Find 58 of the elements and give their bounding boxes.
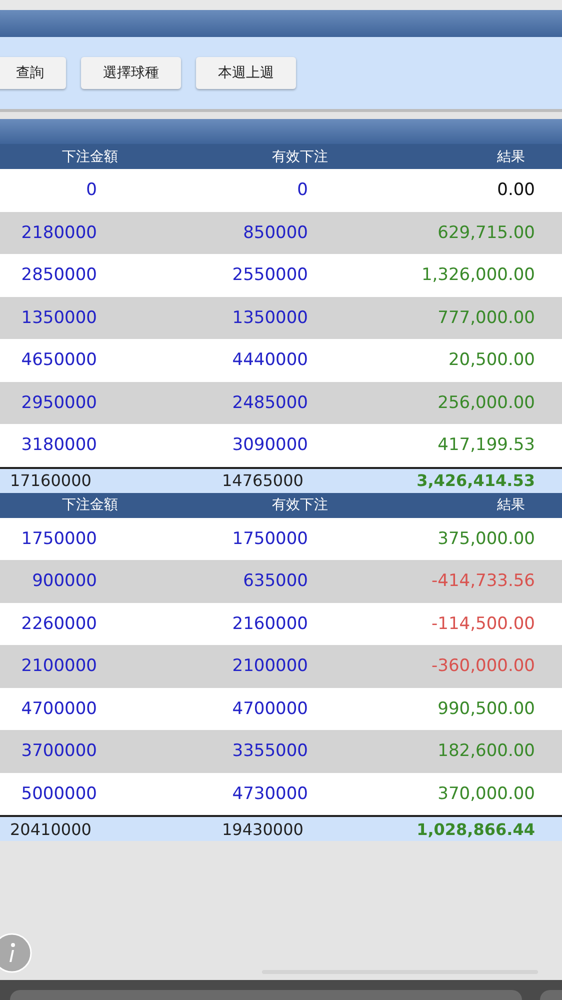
column-header: 結果 bbox=[497, 148, 525, 166]
table-cell-text: -114,500.00 bbox=[430, 614, 536, 634]
table-cell-text: 417,199.53 bbox=[436, 435, 536, 456]
toolbar-button[interactable]: 查詢 bbox=[0, 57, 66, 89]
table-cell-text: 635000 bbox=[242, 571, 309, 592]
table-cell-text: -414,733.56 bbox=[430, 571, 536, 592]
table-cell-text: 4650000 bbox=[20, 350, 98, 370]
table-cell-text: 3355000 bbox=[231, 741, 309, 762]
table-cell-text: 17160000 bbox=[9, 471, 92, 490]
table-cell-text: 2950000 bbox=[20, 392, 98, 413]
table-cell-text: 20410000 bbox=[9, 820, 92, 838]
table-cell-text: 2100000 bbox=[231, 656, 309, 676]
table-cell-text: 2260000 bbox=[20, 614, 98, 634]
table-cell-text: 850000 bbox=[242, 222, 309, 243]
table-cell-text: 1750000 bbox=[20, 528, 98, 549]
table-cell-text: 0 bbox=[85, 180, 98, 200]
table-cell-text: 19430000 bbox=[221, 820, 304, 838]
table-cell-text: 2160000 bbox=[231, 614, 309, 634]
table-cell-text: 4730000 bbox=[231, 784, 309, 804]
table-cell-text: 777,000.00 bbox=[436, 308, 536, 328]
table-cell-text: 5000000 bbox=[20, 784, 98, 804]
table-cell-text: 3090000 bbox=[231, 435, 309, 456]
table-cell-text: 900000 bbox=[31, 571, 98, 592]
table-cell-text: 4700000 bbox=[231, 698, 309, 719]
table-cell-text: 0 bbox=[296, 180, 309, 200]
table-cell-text: 1,326,000.00 bbox=[420, 265, 536, 286]
table-cell-text: 1750000 bbox=[231, 528, 309, 549]
table-cell-text: 0.00 bbox=[496, 180, 536, 200]
table-cell-text: 3,426,414.53 bbox=[416, 471, 536, 490]
column-header: 下注金額 bbox=[62, 148, 118, 166]
table-cell-text: 2550000 bbox=[231, 265, 309, 286]
table-cell-text: 2850000 bbox=[20, 265, 98, 286]
column-header: 下注金額 bbox=[62, 496, 118, 514]
table-cell-text: 629,715.00 bbox=[436, 222, 536, 243]
table-cell-text: 3180000 bbox=[20, 435, 98, 456]
table-cell-text: 2100000 bbox=[20, 656, 98, 676]
table-cell-text: 1350000 bbox=[20, 308, 98, 328]
table-cell-text: 14765000 bbox=[221, 471, 304, 490]
table-cell-text: 2485000 bbox=[231, 392, 309, 413]
column-header: 結果 bbox=[497, 496, 525, 514]
table-cell-text: 4700000 bbox=[20, 698, 98, 719]
table-cell-text: 1350000 bbox=[231, 308, 309, 328]
table-cell-text: 4440000 bbox=[231, 350, 309, 370]
table-cell-text: 1,028,866.44 bbox=[416, 820, 536, 838]
table-cell-text: 182,600.00 bbox=[436, 741, 536, 762]
toolbar-button[interactable]: 本週上週 bbox=[196, 57, 296, 89]
column-header: 有效下注 bbox=[272, 496, 328, 514]
column-header: 有效下注 bbox=[272, 148, 328, 166]
info-icon[interactable] bbox=[0, 933, 32, 973]
table-cell-text: 375,000.00 bbox=[436, 528, 536, 549]
table-cell-text: 3700000 bbox=[20, 741, 98, 762]
table-cell-text: -360,000.00 bbox=[430, 656, 536, 676]
table-cell-text: 990,500.00 bbox=[436, 698, 536, 719]
table-cell-text: 2180000 bbox=[20, 222, 98, 243]
table-cell-text: 20,500.00 bbox=[447, 350, 536, 370]
toolbar-button[interactable]: 選擇球種 bbox=[81, 57, 181, 89]
table-cell-text: 256,000.00 bbox=[436, 392, 536, 413]
table-cell-text: 370,000.00 bbox=[436, 784, 536, 804]
